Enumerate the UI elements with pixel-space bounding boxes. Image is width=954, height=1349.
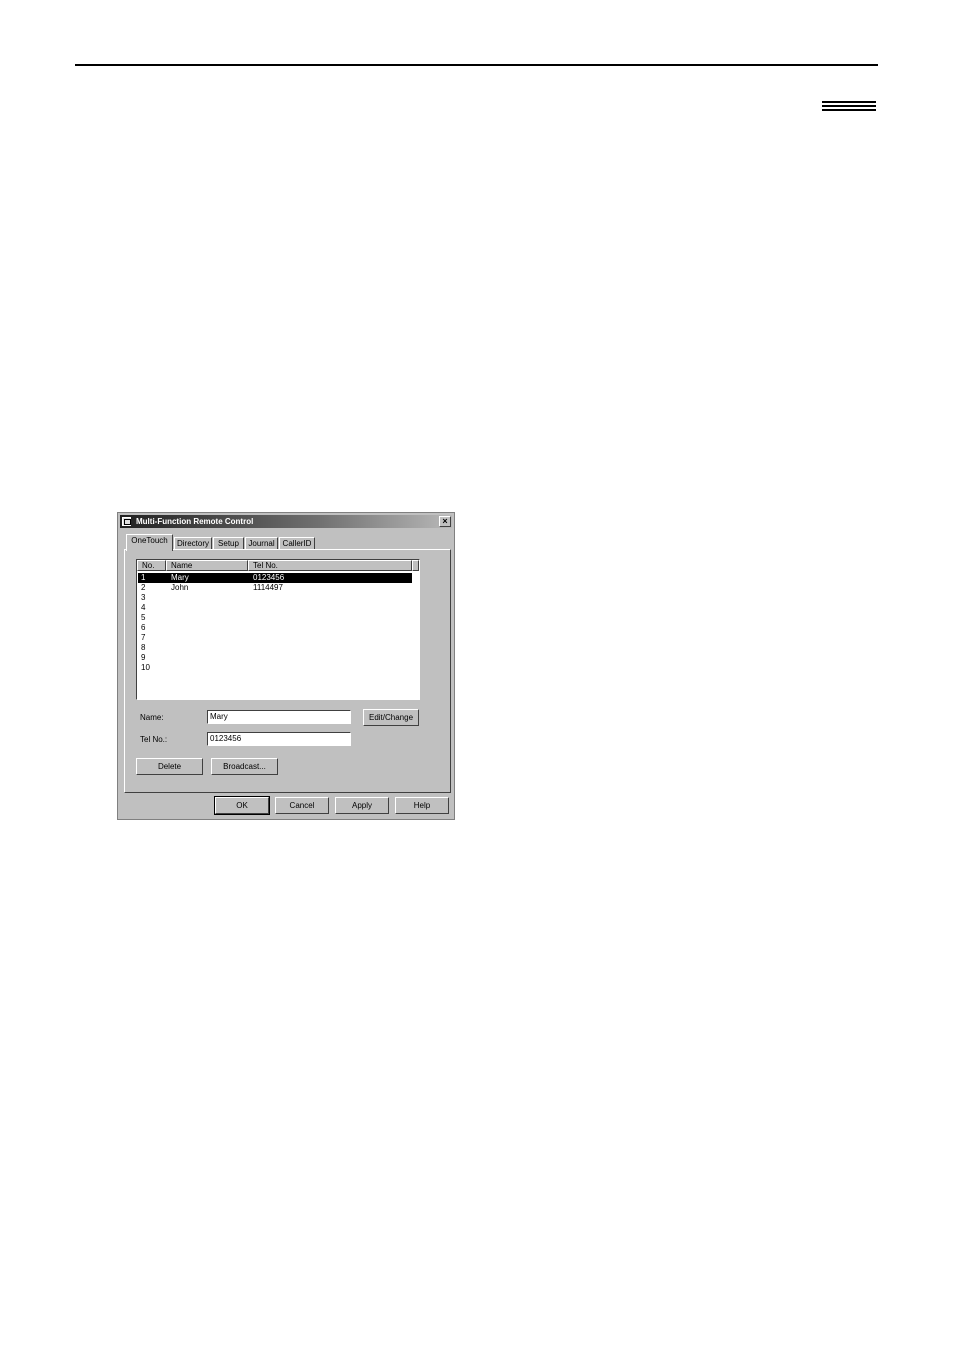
fax-app-icon [122,517,131,526]
row-no: 5 [141,613,146,622]
column-header-filler [412,560,419,571]
tel-no-label: Tel No.: [140,735,168,744]
row-no: 6 [141,623,146,632]
list-item[interactable]: 10 [138,663,412,673]
help-button[interactable]: Help [395,797,449,814]
tab-onetouch[interactable]: OneTouch [126,534,173,551]
multi-function-remote-control-dialog: Multi-Function Remote Control × OneTouch… [117,512,455,820]
delete-button[interactable]: Delete [136,758,203,775]
row-no: 7 [141,633,146,642]
name-field[interactable]: Mary [207,710,351,724]
section-marker-icon [822,101,876,113]
row-name: John [171,583,189,592]
tel-no-field[interactable]: 0123456 [207,732,351,746]
page-top-rule [75,64,878,66]
row-no: 8 [141,643,146,652]
row-tel: 1114497 [253,583,283,592]
close-button[interactable]: × [439,516,451,527]
row-no: 10 [141,663,150,672]
row-no: 9 [141,653,146,662]
row-no: 1 [141,573,146,582]
list-item[interactable]: 1 Mary 0123456 [138,573,412,583]
onetouch-list[interactable]: No. Name Tel No. 1 Mary 0123456 2 John 1… [136,559,420,700]
cancel-button[interactable]: Cancel [275,797,329,814]
column-header-no[interactable]: No. [137,560,166,571]
list-item[interactable]: 5 [138,613,412,623]
dialog-titlebar[interactable]: Multi-Function Remote Control × [120,515,452,528]
dialog-title: Multi-Function Remote Control [136,517,254,526]
broadcast-button[interactable]: Broadcast... [211,758,278,775]
row-no: 3 [141,593,146,602]
row-no: 2 [141,583,146,592]
edit-change-button[interactable]: Edit/Change [363,709,419,726]
list-item[interactable]: 2 John 1114497 [138,583,412,593]
row-tel: 0123456 [253,573,285,582]
row-name: Mary [171,573,189,582]
list-item[interactable]: 3 [138,593,412,603]
list-item[interactable]: 4 [138,603,412,613]
close-icon: × [442,516,448,526]
apply-button[interactable]: Apply [335,797,389,814]
column-header-name[interactable]: Name [166,560,248,571]
list-item[interactable]: 7 [138,633,412,643]
column-header-tel[interactable]: Tel No. [248,560,412,571]
list-item[interactable]: 8 [138,643,412,653]
list-item[interactable]: 9 [138,653,412,663]
row-no: 4 [141,603,146,612]
list-item[interactable]: 6 [138,623,412,633]
ok-button[interactable]: OK [214,796,270,815]
name-label: Name: [140,713,164,722]
list-header: No. Name Tel No. [137,560,419,571]
